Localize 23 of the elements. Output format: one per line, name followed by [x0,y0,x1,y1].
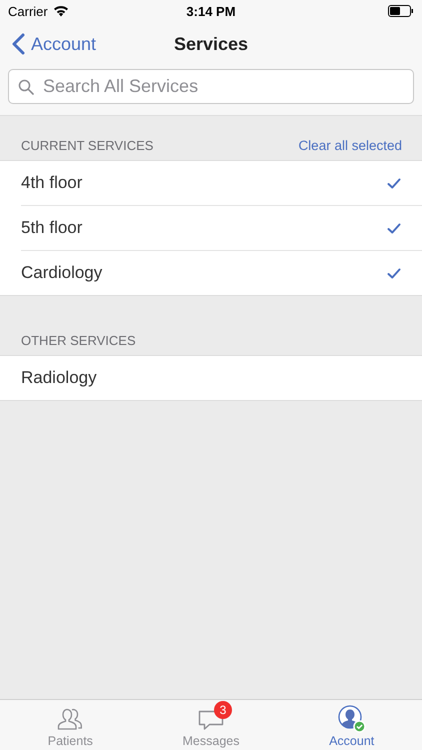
checkmark-icon [387,178,401,188]
clear-selection-link[interactable]: Clear all selected [298,138,402,153]
tab-item[interactable]: Patients [0,700,141,750]
tab-item[interactable]: Account [281,700,422,750]
section-header: CURRENT SERVICES [21,138,154,153]
service-row[interactable]: Cardiology [21,250,422,295]
section-header: OTHER SERVICES [21,333,136,348]
back-button[interactable]: Account [12,33,96,55]
checkmark-icon [387,268,401,278]
checkmark-icon [387,222,401,234]
person-outline-icon [57,706,84,732]
screen-title: Services [174,34,248,54]
chevron-left-icon [12,33,25,55]
service-row[interactable]: 4th floor [21,161,422,205]
status-time: 3:14 PM [186,4,236,18]
wifi-icon [52,5,69,17]
tab-item[interactable]: 3 Messages [140,700,282,750]
battery-icon [388,5,414,17]
carrier-name: Carrier [8,4,48,18]
service-row[interactable]: 5th floor [21,205,422,250]
unread-badge: 3 [214,701,232,719]
account-avatar-icon [338,705,366,733]
search-field[interactable]: Search All Services [8,69,414,104]
